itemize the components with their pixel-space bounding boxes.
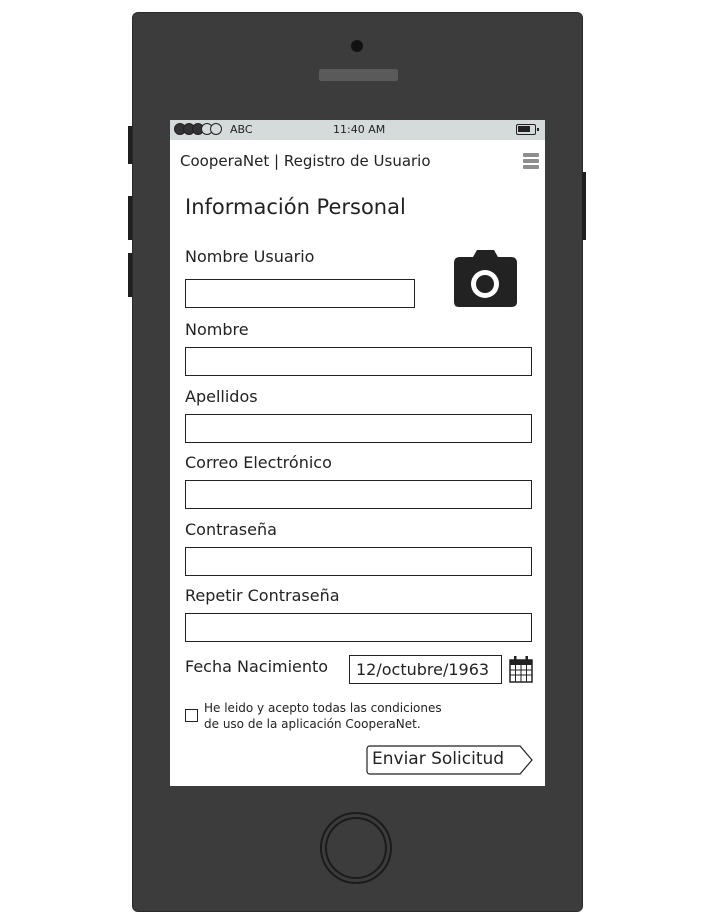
front-camera-dot xyxy=(351,40,363,52)
terms-text: He leido y acepto todas las condiciones … xyxy=(204,700,442,732)
first-name-label: Nombre xyxy=(185,320,249,339)
volume-up-button xyxy=(128,196,132,240)
repeat-password-label: Repetir Contraseña xyxy=(185,586,340,605)
password-input[interactable] xyxy=(185,547,532,576)
section-title: Información Personal xyxy=(185,195,406,219)
status-bar: ABC 11:40 AM xyxy=(170,120,545,140)
power-button xyxy=(582,172,586,240)
volume-down-button xyxy=(128,253,132,297)
earpiece-speaker xyxy=(319,69,398,81)
username-input[interactable] xyxy=(185,279,415,308)
username-label: Nombre Usuario xyxy=(185,247,315,266)
terms-line-2: de uso de la aplicación CooperaNet. xyxy=(204,717,421,731)
signal-dot xyxy=(210,123,222,135)
terms-checkbox[interactable] xyxy=(185,709,198,722)
signal-strength-icon xyxy=(174,123,222,135)
phone-screen: ABC 11:40 AM CooperaNet | Registro de Us… xyxy=(170,120,545,786)
hamburger-icon[interactable] xyxy=(523,153,539,170)
app-title: CooperaNet | Registro de Usuario xyxy=(180,152,431,170)
repeat-password-input[interactable] xyxy=(185,613,532,642)
last-name-label: Apellidos xyxy=(185,387,258,406)
email-label: Correo Electrónico xyxy=(185,453,332,472)
home-button[interactable] xyxy=(320,812,392,884)
carrier-name: ABC xyxy=(230,123,253,136)
terms-line-1: He leido y acepto todas las condiciones xyxy=(204,701,442,715)
camera-icon[interactable] xyxy=(453,250,518,308)
last-name-input[interactable] xyxy=(185,414,532,443)
birth-date-label: Fecha Nacimiento xyxy=(185,657,329,676)
first-name-input[interactable] xyxy=(185,347,532,376)
submit-button[interactable]: Enviar Solicitud xyxy=(366,745,534,775)
battery-icon xyxy=(516,124,539,135)
status-time: 11:40 AM xyxy=(333,123,386,136)
password-label: Contraseña xyxy=(185,520,277,539)
birth-date-input[interactable]: 12/octubre/1963 xyxy=(349,655,502,684)
email-input[interactable] xyxy=(185,480,532,509)
silent-switch xyxy=(128,126,132,164)
calendar-icon[interactable] xyxy=(509,656,533,683)
submit-button-label: Enviar Solicitud xyxy=(372,749,505,769)
